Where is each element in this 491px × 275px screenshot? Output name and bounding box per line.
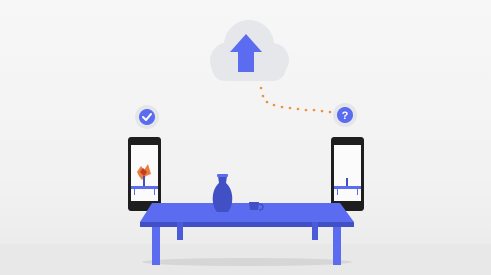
right-phone-screen	[334, 145, 361, 201]
question-mark-icon: ?	[342, 110, 349, 122]
sync-dotted-line	[259, 86, 332, 114]
right-phone	[331, 137, 364, 211]
left-status-badge	[135, 105, 159, 129]
vase	[212, 174, 233, 212]
left-phone	[128, 137, 161, 211]
sync-illustration: ?	[0, 0, 491, 275]
illustration-canvas: ?	[0, 20, 491, 275]
cloud	[210, 20, 289, 81]
right-status-badge: ?	[333, 103, 357, 127]
